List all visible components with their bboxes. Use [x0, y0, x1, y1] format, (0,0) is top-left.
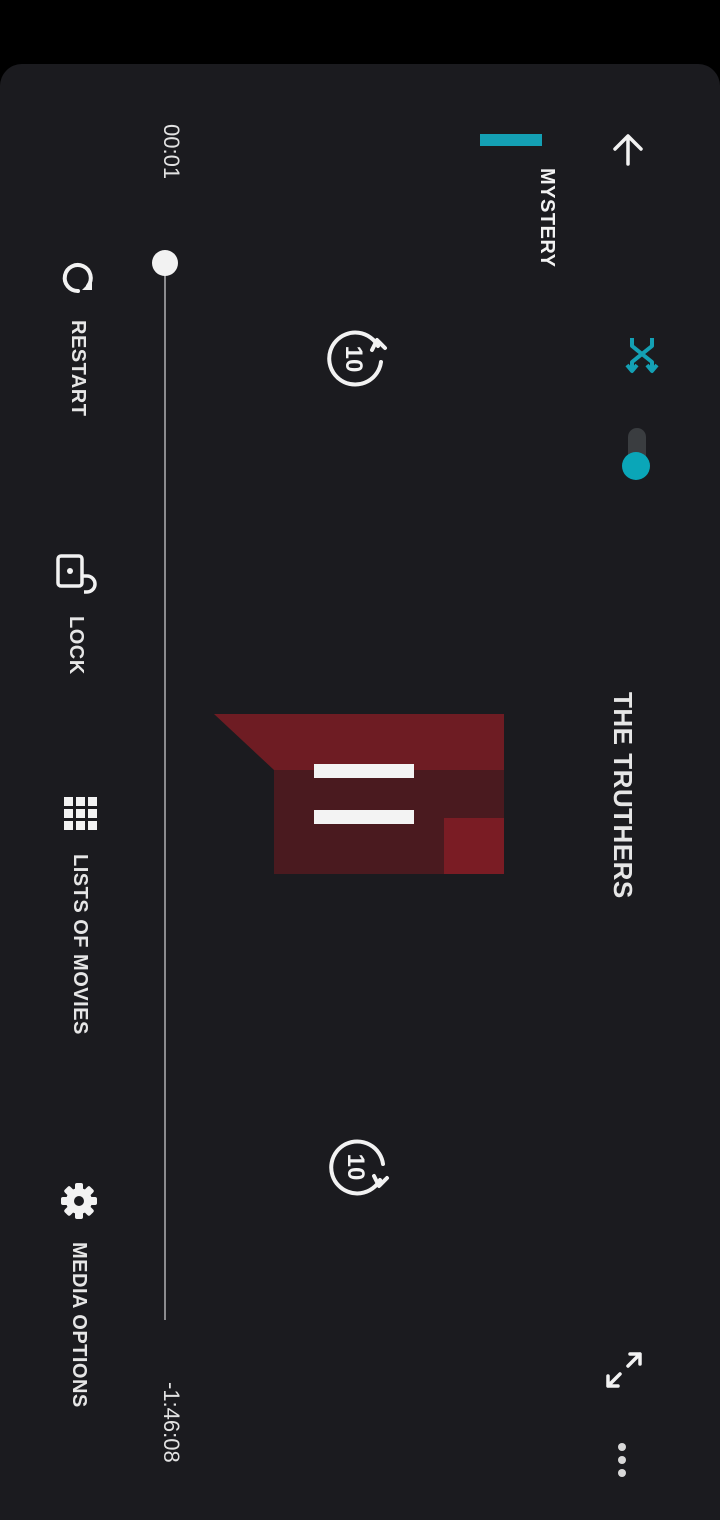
pause-icon — [214, 714, 504, 874]
restart-button[interactable]: RESTART — [58, 258, 98, 416]
movie-title: THE TRUTHERS — [608, 692, 638, 899]
lock-button[interactable]: LOCK — [54, 550, 98, 675]
status-bar — [0, 0, 720, 64]
player-surface: MYSTERY THE TRUTHERS 10 10 00:01 -1:46:0… — [0, 64, 720, 1520]
gear-icon — [61, 1183, 97, 1219]
forward-10-text: 10 — [342, 1154, 369, 1181]
arrow-back-icon — [613, 134, 643, 166]
remaining-time: -1:46:08 — [159, 1382, 184, 1463]
forward-10-button[interactable]: 10 — [324, 1134, 390, 1200]
forward-10-icon: 10 — [329, 1139, 389, 1196]
restart-icon — [62, 263, 93, 294]
tab-indicator — [480, 134, 542, 146]
more-options-button[interactable] — [608, 1442, 636, 1478]
toggle-knob — [622, 452, 650, 480]
lock-icon — [56, 554, 97, 594]
lists-of-movies-button[interactable]: LISTS OF MOVIES — [62, 796, 98, 1035]
lists-label: LISTS OF MOVIES — [69, 854, 92, 1035]
replay-10-text: 10 — [340, 346, 367, 373]
tab-mystery-label: MYSTERY — [536, 168, 558, 268]
media-options-label: MEDIA OPTIONS — [68, 1242, 91, 1408]
pause-button[interactable] — [214, 714, 504, 874]
seek-thumb[interactable] — [152, 250, 178, 276]
seek-bar[interactable] — [164, 264, 166, 1320]
fullscreen-button[interactable] — [602, 1348, 646, 1392]
media-options-button[interactable]: MEDIA OPTIONS — [60, 1182, 98, 1408]
shuffle-icon — [625, 338, 659, 373]
tab-mystery[interactable]: MYSTERY — [535, 168, 558, 267]
grid-icon — [64, 797, 97, 830]
restart-label: RESTART — [67, 320, 90, 417]
replay-10-button[interactable]: 10 — [322, 326, 388, 392]
back-button[interactable] — [608, 130, 648, 170]
lock-label: LOCK — [65, 616, 88, 675]
shuffle-button[interactable] — [620, 332, 664, 376]
autoplay-toggle[interactable] — [622, 428, 650, 480]
elapsed-time: 00:01 — [159, 124, 184, 180]
replay-10-icon: 10 — [327, 330, 387, 387]
video-player-panel: MYSTERY THE TRUTHERS 10 10 00:01 -1:46:0… — [0, 64, 720, 1520]
more-dots-icon — [618, 1443, 626, 1477]
expand-icon — [606, 1352, 642, 1388]
